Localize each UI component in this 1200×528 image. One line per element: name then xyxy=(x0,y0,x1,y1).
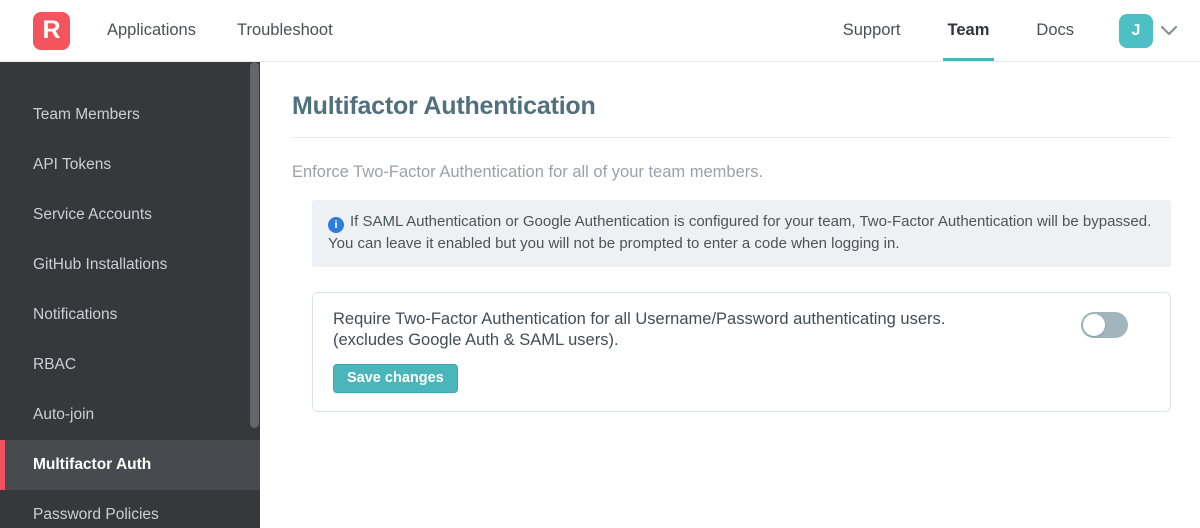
main-content: Multifactor Authentication Enforce Two-F… xyxy=(260,62,1200,528)
mfa-setting-label-line1: Require Two-Factor Authentication for al… xyxy=(333,310,946,328)
require-2fa-toggle[interactable] xyxy=(1081,312,1128,338)
nav-troubleshoot[interactable]: Troubleshoot xyxy=(237,0,333,61)
sidebar-item-team-members[interactable]: Team Members xyxy=(0,90,260,140)
mfa-setting-label-line2: (excludes Google Auth & SAML users). xyxy=(333,330,619,349)
nav-team[interactable]: Team xyxy=(942,0,995,61)
title-divider xyxy=(292,137,1171,138)
app-logo[interactable]: R xyxy=(33,11,70,50)
settings-section: If SAML Authentication or Google Authent… xyxy=(312,200,1171,412)
sidebar-item-password-policies[interactable]: Password Policies xyxy=(0,490,260,528)
save-changes-button[interactable]: Save changes xyxy=(333,364,458,393)
sidebar-item-multifactor-auth[interactable]: Multifactor Auth xyxy=(0,440,260,490)
nav-support[interactable]: Support xyxy=(838,0,906,61)
page-subtitle: Enforce Two-Factor Authentication for al… xyxy=(292,163,764,181)
body-row: Team Members API Tokens Service Accounts… xyxy=(0,62,1200,528)
primary-nav: Applications Troubleshoot xyxy=(107,0,333,61)
chevron-down-icon xyxy=(1160,25,1178,37)
sidebar-item-github-installations[interactable]: GitHub Installations xyxy=(0,240,260,290)
sidebar-scrollbar-thumb[interactable] xyxy=(250,62,259,428)
info-note-text: If SAML Authentication or Google Authent… xyxy=(328,213,1152,252)
navbar-spacer xyxy=(333,0,838,61)
toggle-knob xyxy=(1083,314,1105,336)
top-navbar: R Applications Troubleshoot Support Team… xyxy=(0,0,1200,62)
app-logo-letter: R xyxy=(42,16,61,44)
secondary-nav: Support Team Docs xyxy=(838,0,1079,61)
sidebar-item-notifications[interactable]: Notifications xyxy=(0,290,260,340)
info-icon xyxy=(328,217,344,233)
avatar[interactable]: J xyxy=(1119,13,1153,48)
mfa-setting-row: Require Two-Factor Authentication for al… xyxy=(333,309,1150,350)
sidebar-item-rbac[interactable]: RBAC xyxy=(0,340,260,390)
page-title: Multifactor Authentication xyxy=(292,92,596,120)
info-note: If SAML Authentication or Google Authent… xyxy=(312,200,1171,267)
sidebar: Team Members API Tokens Service Accounts… xyxy=(0,62,260,528)
app-window: R Applications Troubleshoot Support Team… xyxy=(0,0,1200,528)
sidebar-item-service-accounts[interactable]: Service Accounts xyxy=(0,190,260,240)
sidebar-item-api-tokens[interactable]: API Tokens xyxy=(0,140,260,190)
nav-applications[interactable]: Applications xyxy=(107,0,196,61)
nav-docs[interactable]: Docs xyxy=(1031,0,1079,61)
mfa-setting-card: Require Two-Factor Authentication for al… xyxy=(312,292,1171,412)
user-menu[interactable]: J xyxy=(1119,0,1178,61)
mfa-setting-label: Require Two-Factor Authentication for al… xyxy=(333,309,1081,350)
sidebar-item-auto-join[interactable]: Auto-join xyxy=(0,390,260,440)
